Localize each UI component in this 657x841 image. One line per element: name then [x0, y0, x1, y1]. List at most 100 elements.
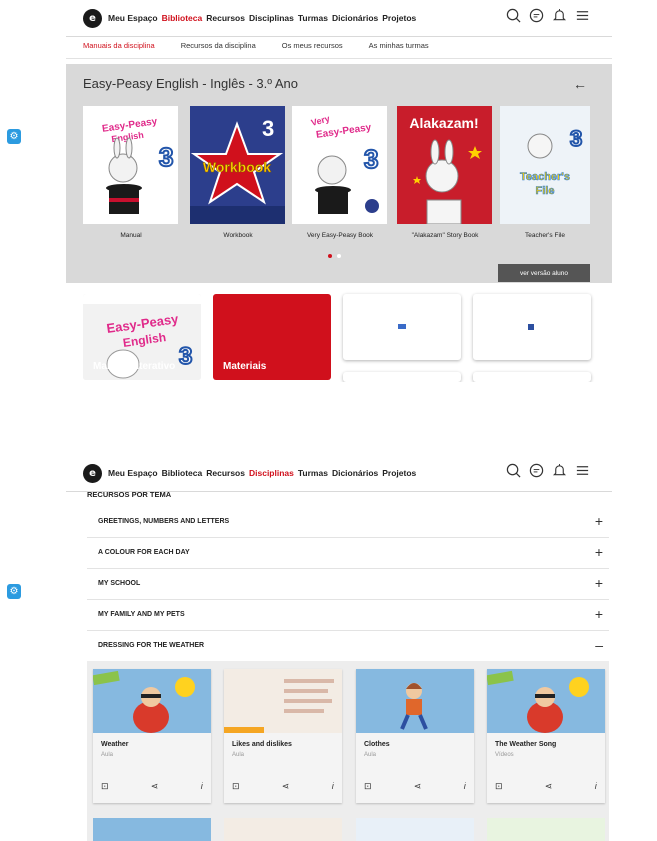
card-materiais[interactable]: Materiais [213, 294, 331, 380]
book-cover-very-easy-peasy[interactable]: Very Easy-Peasy 3 [292, 106, 387, 224]
projector-icon[interactable]: ⊡ [495, 781, 503, 792]
info-icon[interactable]: 𝑖 [464, 781, 466, 792]
search-icon[interactable] [506, 463, 521, 478]
nav-disciplinas[interactable]: Disciplinas [249, 13, 294, 23]
settings-gear-icon-2[interactable]: ⚙ [7, 584, 21, 599]
book-label-alakazam: "Alakazam" Story Book [411, 232, 479, 239]
nav-tools [506, 8, 590, 23]
svg-text:Alakazam!: Alakazam! [409, 115, 478, 131]
resource-thumb-icon [528, 324, 534, 330]
tab-manuais[interactable]: Manuais da disciplina [83, 41, 155, 50]
share-icon[interactable]: ⋖ [151, 781, 159, 792]
chat-icon[interactable] [529, 463, 544, 478]
book-cover-alakazam[interactable]: Alakazam! [397, 106, 492, 224]
accordion-weather[interactable]: DRESSING FOR THE WEATHER – [87, 631, 609, 662]
student-version-button[interactable]: ver versão aluno [498, 264, 590, 282]
nav-biblioteca[interactable]: Biblioteca [162, 13, 203, 23]
main-nav-2: Meu Espaço Biblioteca Recursos Disciplin… [108, 468, 416, 478]
accordion-colour[interactable]: A COLOUR FOR EACH DAY + [87, 538, 609, 569]
tab-recursos-disciplina[interactable]: Recursos da disciplina [181, 41, 256, 50]
brand-logo-2[interactable]: e [83, 464, 102, 483]
top-navbar: e Meu Espaço Biblioteca Recursos Discipl… [0, 0, 657, 36]
expand-icon[interactable]: + [595, 575, 603, 591]
search-icon[interactable] [506, 8, 521, 23]
settings-gear-icon[interactable]: ⚙ [7, 129, 21, 144]
resource-actions: ⊡ ⋖ 𝑖 [101, 781, 203, 792]
projector-icon[interactable]: ⊡ [232, 781, 240, 792]
brand-logo[interactable]: e [83, 9, 102, 28]
card-manual-interativo[interactable]: Easy-Peasy English 3 Manual Interativo [83, 294, 201, 380]
expand-icon[interactable]: + [595, 606, 603, 622]
book-cover-workbook[interactable]: 3 Workbook [190, 106, 285, 224]
accordion-school[interactable]: MY SCHOOL + [87, 569, 609, 600]
card-resource-1[interactable] [343, 294, 461, 360]
svg-text:3: 3 [179, 343, 192, 370]
book-cover-teachers-file[interactable]: 3 Teacher's File [500, 106, 590, 224]
menu-icon[interactable] [575, 8, 590, 23]
nav-dicionarios-2[interactable]: Dicionários [332, 468, 378, 478]
carousel-dot-1[interactable] [328, 254, 332, 258]
nav-recursos[interactable]: Recursos [206, 13, 245, 23]
expand-icon[interactable]: + [595, 544, 603, 560]
card-resource-3[interactable] [343, 372, 461, 382]
resource-card-partial-3[interactable] [356, 818, 474, 841]
accordion-family[interactable]: MY FAMILY AND MY PETS + [87, 600, 609, 631]
resource-card-partial-2[interactable] [224, 818, 342, 841]
accordion-label: GREETINGS, NUMBERS AND LETTERS [98, 518, 230, 525]
collapse-icon[interactable]: – [595, 637, 603, 653]
accordion-greetings[interactable]: GREETINGS, NUMBERS AND LETTERS + [87, 507, 609, 538]
resource-thumb-icon [398, 324, 406, 329]
top-navbar-2: e Meu Espaço Biblioteca Recursos Discipl… [0, 455, 657, 491]
nav-recursos-2[interactable]: Recursos [206, 468, 245, 478]
tab-os-meus-recursos[interactable]: Os meus recursos [282, 41, 343, 50]
resource-card-weather-song[interactable]: The Weather Song Vídeos ⊡ ⋖ 𝑖 [487, 669, 605, 803]
projector-icon[interactable]: ⊡ [364, 781, 372, 792]
nav-projetos-2[interactable]: Projetos [382, 468, 416, 478]
nav-meu-espaco-2[interactable]: Meu Espaço [108, 468, 158, 478]
bell-icon[interactable] [552, 8, 567, 23]
accordion-label: MY SCHOOL [98, 580, 141, 587]
resource-card-likes[interactable]: Likes and dislikes Aula ⊡ ⋖ 𝑖 [224, 669, 342, 803]
resource-card-weather[interactable]: Weather Aula ⊡ ⋖ 𝑖 [93, 669, 211, 803]
resource-actions: ⊡ ⋖ 𝑖 [495, 781, 597, 792]
svg-text:Workbook: Workbook [203, 159, 271, 175]
info-icon[interactable]: 𝑖 [201, 781, 203, 792]
expand-icon[interactable]: + [595, 513, 603, 529]
nav-turmas-2[interactable]: Turmas [298, 468, 328, 478]
info-icon[interactable]: 𝑖 [332, 781, 334, 792]
bell-icon[interactable] [552, 463, 567, 478]
card-resource-2[interactable] [473, 294, 591, 360]
resource-card-partial-4[interactable] [487, 818, 605, 841]
nav-turmas[interactable]: Turmas [298, 13, 328, 23]
resource-type: Aula [232, 752, 245, 758]
nav-disciplinas-2[interactable]: Disciplinas [249, 468, 294, 478]
resource-title: Likes and dislikes [232, 741, 292, 748]
nav-dicionarios[interactable]: Dicionários [332, 13, 378, 23]
back-arrow-icon[interactable]: ← [573, 76, 587, 92]
resource-card-partial-1[interactable] [93, 818, 211, 841]
book-label-teachers-file: Teacher's File [525, 232, 565, 239]
nav-biblioteca-2[interactable]: Biblioteca [162, 468, 203, 478]
book-cover-manual[interactable]: Easy-Peasy English 3 [83, 106, 178, 224]
resource-card-clothes[interactable]: Clothes Aula ⊡ ⋖ 𝑖 [356, 669, 474, 803]
svg-text:File: File [536, 185, 555, 197]
carousel-dot-2[interactable] [337, 254, 341, 258]
chat-icon[interactable] [529, 8, 544, 23]
tab-minhas-turmas[interactable]: As minhas turmas [369, 41, 429, 50]
projector-icon[interactable]: ⊡ [101, 781, 109, 792]
nav-meu-espaco[interactable]: Meu Espaço [108, 13, 158, 23]
svg-text:3: 3 [262, 116, 274, 141]
info-icon[interactable]: 𝑖 [595, 781, 597, 792]
accordion-label: A COLOUR FOR EACH DAY [98, 549, 190, 556]
resources-section-title: RECURSOS POR TEMA [87, 490, 172, 499]
menu-icon[interactable] [575, 463, 590, 478]
nav-projetos[interactable]: Projetos [382, 13, 416, 23]
share-icon[interactable]: ⋖ [282, 781, 290, 792]
resource-type: Aula [364, 752, 377, 758]
resource-actions: ⊡ ⋖ 𝑖 [232, 781, 334, 792]
share-icon[interactable]: ⋖ [414, 781, 422, 792]
main-nav: Meu Espaço Biblioteca Recursos Disciplin… [108, 13, 416, 23]
share-icon[interactable]: ⋖ [545, 781, 553, 792]
card-resource-4[interactable] [473, 372, 591, 382]
accordion-label: MY FAMILY AND MY PETS [98, 611, 185, 618]
